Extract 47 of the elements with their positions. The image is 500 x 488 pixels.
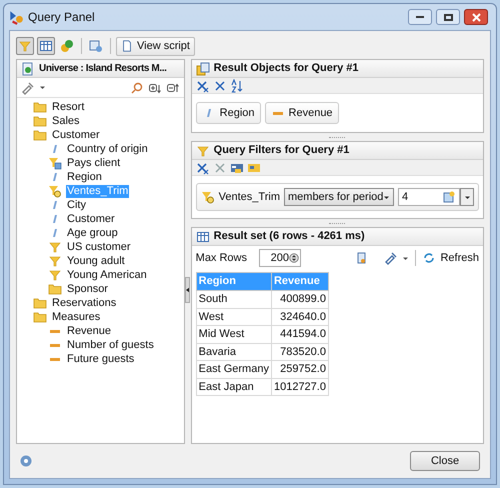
chip-label: Revenue bbox=[288, 106, 333, 121]
tree-item[interactable]: Region bbox=[66, 170, 103, 184]
tree-item[interactable]: US customer bbox=[66, 240, 132, 254]
table-cell: 259752.0 bbox=[271, 360, 328, 378]
table-cell: South bbox=[196, 290, 272, 308]
panel-title: Query Filters for Query #1 bbox=[214, 143, 350, 158]
table-cell: 400899.0 bbox=[271, 290, 328, 308]
tree-item[interactable]: Number of guests bbox=[66, 338, 155, 352]
panel-title: Result Objects for Query #1 bbox=[214, 61, 359, 76]
tree-item[interactable]: Pays client bbox=[66, 156, 122, 170]
operator-dropdown[interactable]: members for period bbox=[284, 188, 394, 206]
filter-object: Ventes_Trim bbox=[218, 190, 280, 205]
max-rows-field[interactable]: 200 bbox=[259, 249, 301, 267]
tree-item[interactable]: Age group bbox=[66, 226, 119, 240]
tree-item[interactable]: Measures bbox=[51, 310, 102, 324]
table-cell: 1012727.0 bbox=[271, 378, 328, 396]
table-cell: East Japan bbox=[196, 378, 272, 396]
tree-item[interactable]: Young adult bbox=[66, 254, 126, 268]
max-rows-label: Max Rows bbox=[196, 250, 247, 266]
tree-item[interactable]: Revenue bbox=[66, 324, 112, 338]
close-button[interactable]: Close bbox=[410, 451, 480, 471]
tree-item[interactable]: Sponsor bbox=[66, 282, 109, 296]
table-cell: 324640.0 bbox=[271, 308, 328, 326]
table-cell: West bbox=[196, 308, 272, 326]
view-script-button[interactable]: View script bbox=[116, 36, 195, 56]
chip-label: Region bbox=[220, 106, 255, 121]
tree-item[interactable]: Resort bbox=[51, 100, 86, 114]
tree-item[interactable]: Future guests bbox=[66, 352, 136, 366]
tree-item[interactable]: Sales bbox=[51, 114, 81, 128]
tree-item[interactable]: City bbox=[66, 198, 87, 212]
window-title: Query Panel bbox=[28, 9, 96, 26]
tree-item[interactable]: Customer bbox=[51, 128, 101, 142]
value-field[interactable]: 4 bbox=[398, 188, 460, 206]
table-cell: East Germany bbox=[196, 360, 272, 378]
panel-title: Universe : Island Resorts M... bbox=[39, 62, 166, 76]
table-cell: Mid West bbox=[196, 326, 272, 343]
result-object-chip[interactable]: Region bbox=[196, 102, 261, 124]
result-object-chip[interactable]: Revenue bbox=[264, 102, 339, 124]
table-cell: Bavaria bbox=[196, 343, 272, 360]
panel-title: Result set (6 rows - 4261 ms) bbox=[214, 229, 365, 244]
tree-item[interactable]: Young American bbox=[66, 268, 148, 282]
tree-item[interactable]: Customer bbox=[66, 212, 116, 226]
table-cell: 441594.0 bbox=[271, 326, 328, 343]
table-cell: 783520.0 bbox=[271, 343, 328, 360]
tree-item[interactable]: Country of origin bbox=[66, 142, 149, 156]
tree-item[interactable]: Reservations bbox=[51, 296, 118, 310]
refresh-button[interactable]: Refresh bbox=[422, 250, 479, 266]
